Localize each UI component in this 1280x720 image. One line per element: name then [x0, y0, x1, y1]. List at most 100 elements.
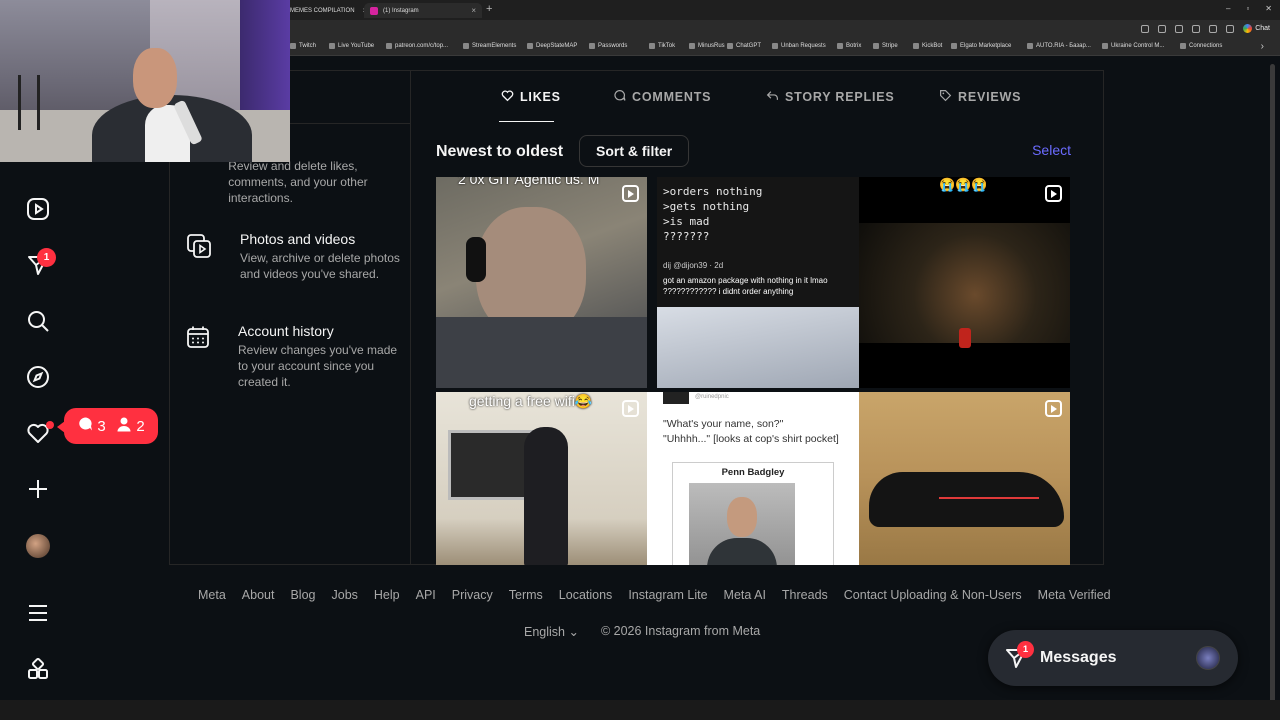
- extension-icon[interactable]: [1141, 24, 1150, 33]
- close-icon[interactable]: ×: [471, 6, 476, 15]
- star-icon[interactable]: [1192, 24, 1201, 33]
- bookmark-item[interactable]: Stripe: [873, 43, 898, 49]
- footer-link[interactable]: Locations: [559, 588, 613, 602]
- sidebar-item-photos-videos[interactable]: Photos and videos View, archive or delet…: [186, 231, 401, 282]
- profile-avatar[interactable]: [26, 534, 50, 558]
- bookmark-item[interactable]: Connections: [1180, 43, 1222, 49]
- browser-tab[interactable]: MEMES COMPILATION ×: [284, 3, 373, 18]
- bookmark-item[interactable]: Live YouTube: [329, 43, 374, 49]
- messages-avatar: [1196, 646, 1220, 670]
- bookmark-item[interactable]: StreamElements: [463, 43, 516, 49]
- bookmark-label: MinusRus: [698, 43, 725, 49]
- menu-icon[interactable]: [24, 599, 52, 627]
- new-tab-button[interactable]: +: [486, 3, 492, 15]
- tab-story-replies[interactable]: STORY REPLIES: [766, 89, 895, 105]
- footer-link[interactable]: Privacy: [452, 588, 493, 602]
- create-icon[interactable]: [24, 475, 52, 503]
- explore-icon[interactable]: [24, 363, 52, 391]
- post-tile[interactable]: >orders nothing >gets nothing >is mad ??…: [657, 177, 868, 388]
- bookmarks-more-button[interactable]: ›: [1261, 41, 1264, 52]
- bookmark-label: Live YouTube: [338, 43, 375, 49]
- post-suit: [707, 538, 777, 565]
- footer-link[interactable]: About: [242, 588, 275, 602]
- bookmark-item[interactable]: ChatGPT: [727, 43, 761, 49]
- bookmark-item[interactable]: KickBot: [913, 43, 942, 49]
- bookmark-label: Botrix: [846, 43, 862, 49]
- maximize-icon[interactable]: ▫: [1246, 4, 1249, 13]
- follower-count: 2: [136, 417, 145, 435]
- post-avatar: [663, 392, 689, 404]
- tab-reviews[interactable]: REVIEWS: [939, 89, 1021, 105]
- post-line: >is mad: [663, 215, 710, 228]
- bookmark-label: StreamElements: [472, 43, 517, 49]
- browser-tab-active[interactable]: (1) Instagram ×: [364, 3, 482, 18]
- footer-link[interactable]: Meta: [198, 588, 226, 602]
- bookmark-label: AUTO.RIA - Базар...: [1036, 43, 1091, 49]
- bookmark-item[interactable]: Unban Requests: [772, 43, 826, 49]
- chat-button[interactable]: Chat: [1243, 24, 1270, 33]
- post-tile[interactable]: 2 0x GIT Agentic us. M: [436, 177, 647, 388]
- messages-label: Messages: [1040, 649, 1117, 666]
- bookmark-item[interactable]: Botrix: [837, 43, 861, 49]
- profile-icon[interactable]: [1226, 24, 1235, 33]
- messages-button[interactable]: 1 Messages: [988, 630, 1238, 686]
- footer-link[interactable]: Contact Uploading & Non-Users: [844, 588, 1022, 602]
- bookmark-label: ChatGPT: [736, 43, 762, 49]
- bookmark-item[interactable]: TikTok: [649, 43, 675, 49]
- footer-link[interactable]: Blog: [290, 588, 315, 602]
- share-icon[interactable]: [1175, 24, 1184, 33]
- sidebar-item-desc: Review and delete likes, comments, and y…: [228, 159, 368, 205]
- footer-link[interactable]: Instagram Lite: [628, 588, 707, 602]
- reply-icon: [766, 89, 779, 105]
- bookmark-item[interactable]: Elgato Marketplace: [951, 43, 1011, 49]
- bookmark-icon: [290, 43, 296, 49]
- close-window-icon[interactable]: ✕: [1265, 4, 1272, 13]
- bookmark-icon: [463, 43, 469, 49]
- bottom-strip: [0, 700, 1280, 720]
- post-tile[interactable]: [859, 392, 1070, 565]
- footer-link[interactable]: Meta Verified: [1038, 588, 1111, 602]
- tab-label: (1) Instagram: [383, 7, 419, 14]
- select-button[interactable]: Select: [1032, 142, 1071, 158]
- footer-link[interactable]: Help: [374, 588, 400, 602]
- post-tile[interactable]: @ruinedpnic "What's your name, son?" "Uh…: [647, 392, 859, 565]
- minimize-icon[interactable]: –: [1226, 4, 1230, 13]
- post-caption: 2 0x GIT Agentic us. M: [458, 177, 600, 187]
- chevron-down-icon: ⌄: [568, 625, 579, 639]
- reels-icon[interactable]: [24, 195, 52, 223]
- footer-link[interactable]: Meta AI: [724, 588, 766, 602]
- search-icon[interactable]: [24, 307, 52, 335]
- bookmark-item[interactable]: MinusRus: [689, 43, 725, 49]
- footer-link[interactable]: Terms: [509, 588, 543, 602]
- bookmark-icon: [913, 43, 919, 49]
- bookmark-item[interactable]: Twitch: [290, 43, 316, 49]
- reel-icon: [622, 185, 639, 202]
- bookmark-item[interactable]: patreon.com/c/top...: [386, 43, 448, 49]
- apps-icon[interactable]: [24, 655, 52, 683]
- tab-likes[interactable]: LIKES: [501, 89, 561, 105]
- footer-link[interactable]: API: [416, 588, 436, 602]
- refresh-icon[interactable]: [1209, 24, 1218, 33]
- bookmark-item[interactable]: Passwords: [589, 43, 627, 49]
- bookmark-label: Connections: [1189, 43, 1223, 49]
- language-select[interactable]: English ⌄: [524, 624, 579, 639]
- reel-icon: [1045, 400, 1062, 417]
- notification-pill[interactable]: 3 2: [57, 408, 158, 444]
- tab-comments[interactable]: COMMENTS: [613, 89, 711, 105]
- zoom-icon[interactable]: [1158, 24, 1167, 33]
- footer-link[interactable]: Jobs: [332, 588, 358, 602]
- post-tile[interactable]: 😭😭😭: [859, 177, 1070, 388]
- tab-label: STORY REPLIES: [785, 90, 895, 104]
- page-scrollbar[interactable]: [1270, 64, 1276, 714]
- bookmark-item[interactable]: DeepStateMAP: [527, 43, 577, 49]
- bookmark-item[interactable]: Ukraine Control M...: [1102, 43, 1164, 49]
- sort-filter-button[interactable]: Sort & filter: [579, 135, 690, 167]
- tab-label: REVIEWS: [958, 90, 1022, 104]
- bookmark-label: DeepStateMAP: [536, 43, 578, 49]
- post-tile[interactable]: getting a free wifi😂: [436, 392, 647, 565]
- active-tab-indicator: [499, 121, 554, 122]
- post-line: "What's your name, son?": [663, 418, 784, 430]
- footer-link[interactable]: Threads: [782, 588, 828, 602]
- sidebar-item-account-history[interactable]: Account history Review changes you've ma…: [186, 323, 401, 390]
- bookmark-item[interactable]: AUTO.RIA - Базар...: [1027, 43, 1091, 49]
